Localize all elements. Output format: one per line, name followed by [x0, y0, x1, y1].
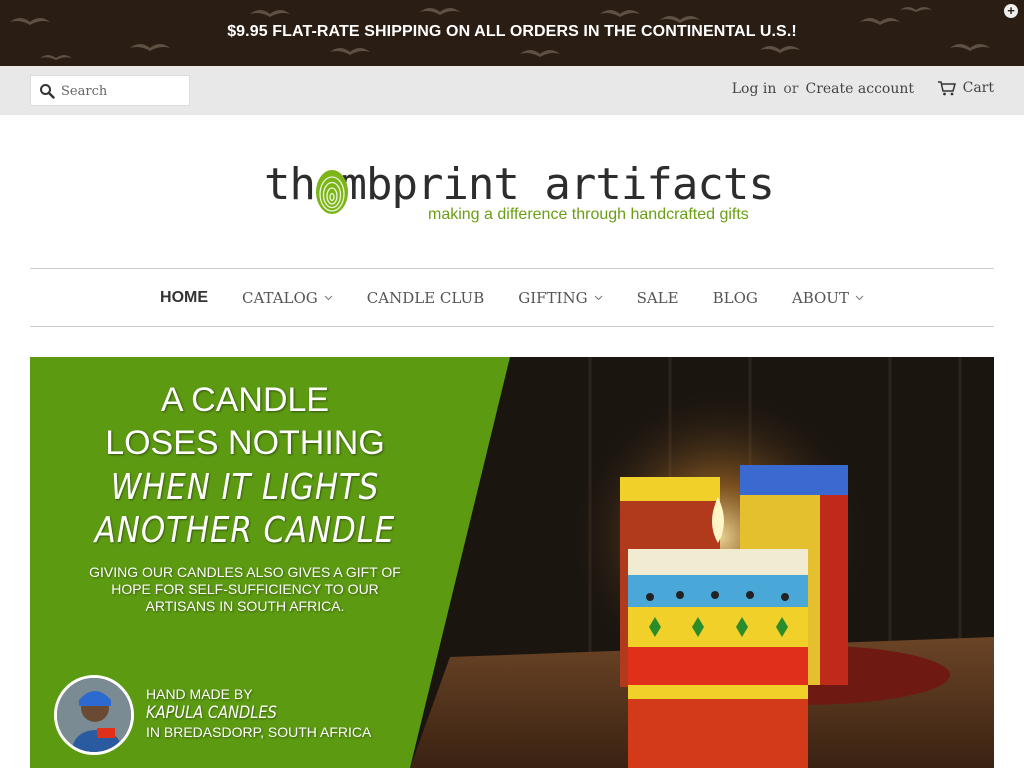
search-input[interactable]	[61, 82, 181, 100]
nav-about[interactable]: ABOUT	[775, 289, 881, 307]
cart-label: Cart	[962, 80, 994, 96]
cart-icon[interactable]	[937, 80, 957, 96]
login-link[interactable]: Log in	[732, 81, 777, 97]
hero-subtext: GIVING OUR CANDLES ALSO GIVES A GIFT OF …	[89, 564, 401, 614]
create-account-link[interactable]: Create account	[805, 81, 914, 97]
nav-blog[interactable]: BLOG	[696, 289, 775, 307]
nav-candle-club[interactable]: CANDLE CLUB	[350, 289, 501, 307]
thumbprint-icon	[316, 170, 348, 214]
chevron-down-icon	[855, 295, 864, 300]
nav-about-label: ABOUT	[791, 288, 849, 307]
or-separator: or	[783, 81, 799, 97]
hero-line-3: WHEN IT LIGHTS	[110, 467, 380, 508]
nav-home[interactable]: HOME	[143, 289, 225, 307]
announcement-bar: $9.95 FLAT-RATE SHIPPING ON ALL ORDERS I…	[0, 0, 1024, 66]
account-links: Log in or Create account	[732, 81, 914, 97]
artisan-credit: HAND MADE BY KAPULA CANDLES IN BREDASDOR…	[146, 685, 371, 742]
announcement-text: $9.95 FLAT-RATE SHIPPING ON ALL ORDERS I…	[227, 23, 797, 40]
nav-catalog[interactable]: CATALOG	[225, 289, 350, 307]
nav-gifting[interactable]: GIFTING	[501, 289, 619, 307]
utility-bar: Log in or Create account Cart	[0, 66, 1024, 115]
expand-icon[interactable]: +	[1004, 4, 1018, 18]
hero-line-1: A CANDLE	[160, 381, 330, 419]
cart-link[interactable]: Cart	[937, 80, 994, 96]
nav-home-label: HOME	[160, 288, 209, 306]
nav-sale-label: SALE	[636, 288, 679, 307]
maker-name: KAPULA CANDLES	[146, 703, 277, 723]
nav-catalog-label: CATALOG	[242, 288, 318, 307]
chevron-down-icon	[324, 295, 333, 300]
artisan-avatar	[54, 675, 134, 755]
search-icon[interactable]	[39, 83, 55, 99]
nav-sale[interactable]: SALE	[620, 289, 696, 307]
chevron-down-icon	[594, 295, 602, 300]
logo-tagline: making a difference through handcrafted …	[428, 206, 749, 223]
maker-prefix: HAND MADE BY	[146, 686, 253, 702]
nav-blog-label: BLOG	[712, 288, 758, 307]
search-box[interactable]	[30, 75, 190, 106]
main-nav: HOME CATALOG CANDLE CLUB GIFTING SALE BL…	[30, 268, 994, 327]
hero-line-2: LOSES NOTHING	[105, 424, 385, 462]
maker-location: IN BREDASDORP, SOUTH AFRICA	[146, 724, 372, 740]
nav-candle-club-label: CANDLE CLUB	[366, 288, 485, 307]
site-logo[interactable]: th mbprint artifacts making a difference…	[264, 160, 775, 230]
hero-banner[interactable]: A CANDLE LOSES NOTHING WHEN IT LIGHTS AN…	[30, 357, 994, 768]
hero-line-4: ANOTHER CANDLE	[94, 510, 396, 551]
nav-gifting-label: GIFTING	[518, 288, 588, 307]
